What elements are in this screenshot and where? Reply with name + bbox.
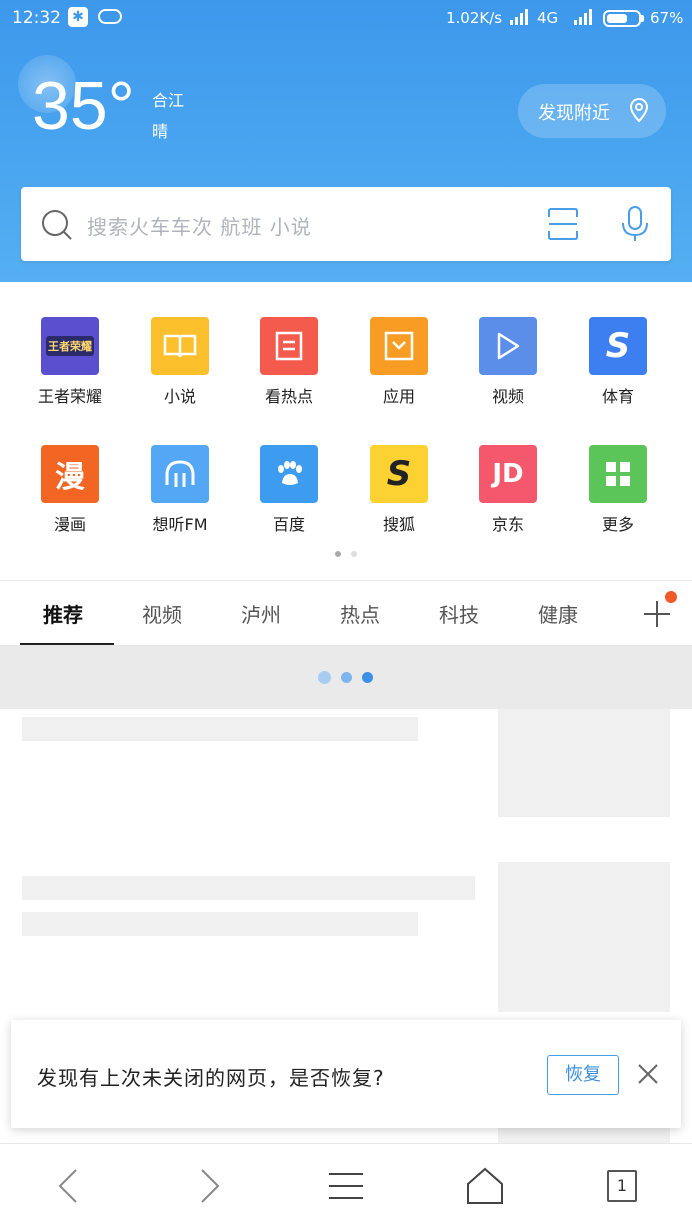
comics-icon: 漫 (41, 445, 99, 503)
scan-icon[interactable] (547, 207, 579, 241)
shortcut-fm[interactable]: 想听FM (125, 445, 235, 555)
feed-placeholder-line (22, 912, 418, 936)
restore-button[interactable]: 恢复 (547, 1055, 619, 1095)
fm-icon (151, 445, 209, 503)
category-tabs: 推荐 视频 泸州 热点 科技 健康 (0, 581, 692, 645)
city-name[interactable]: 合江 (152, 87, 184, 111)
microphone-icon[interactable] (619, 205, 651, 243)
shortcut-sports[interactable]: S 体育 (563, 317, 673, 427)
more-label: 更多 (601, 515, 634, 534)
feed-placeholder-line (22, 876, 475, 900)
tab-hot[interactable]: 热点 (340, 599, 380, 628)
feed-placeholder-line (22, 717, 418, 741)
location-pin-icon (629, 97, 649, 123)
more-icon (589, 445, 647, 503)
shortcut-comics[interactable]: 漫漫画 (15, 445, 125, 555)
feed-placeholder-image (498, 709, 670, 817)
search-box[interactable]: 搜索火车车次 航班 小说 (21, 187, 671, 261)
jd-icon: JD (479, 445, 537, 503)
novel-label: 小说 (163, 387, 196, 406)
tab-tech[interactable]: 科技 (439, 599, 479, 628)
sports-icon: S (589, 317, 647, 375)
toast-message: 发现有上次未关闭的网页，是否恢复? (37, 1066, 385, 1090)
weather-condition: 晴 (152, 122, 169, 141)
shortcut-baidu[interactable]: 百度 (234, 445, 344, 555)
fm-label: 想听FM (152, 515, 208, 534)
wangzhe-label: 王者荣耀 (37, 387, 102, 406)
jd-label: 京东 (491, 515, 524, 534)
sports-label: 体育 (601, 387, 634, 406)
shortcut-sohu[interactable]: S 搜狐 (344, 445, 454, 555)
loading-dot (318, 671, 331, 684)
feed-placeholder-image (498, 862, 670, 1012)
battery-icon (603, 10, 641, 27)
battery-tip (641, 15, 644, 22)
shortcut-jd[interactable]: JD 京东 (453, 445, 563, 555)
video-icon (479, 317, 537, 375)
temperature[interactable]: 35° (32, 72, 135, 140)
loading-indicator (0, 645, 692, 709)
tabs-button[interactable]: 1 (607, 1166, 647, 1206)
tab-luzhou[interactable]: 泸州 (241, 599, 281, 628)
sohu-label: 搜狐 (382, 515, 415, 534)
cloud-icon (98, 9, 122, 24)
close-icon[interactable] (637, 1063, 659, 1085)
battery-percent: 67% (650, 9, 684, 27)
shortcut-more[interactable]: 更多 (563, 445, 673, 555)
tab-count: 1 (607, 1170, 637, 1202)
baidu-icon (260, 445, 318, 503)
new-badge (665, 591, 677, 603)
loading-dot (341, 672, 352, 683)
discover-nearby-label: 发现附近 (538, 103, 610, 124)
network-type: 4G (537, 9, 559, 27)
tab-recommend[interactable]: 推荐 (43, 599, 83, 628)
sohu-icon: S (370, 445, 428, 503)
status-bar: 12:32 ✱ 1.02K/s 4G 67% (0, 0, 692, 36)
video-label: 视频 (491, 387, 524, 406)
wangzhe-icon: 王者荣耀 (41, 317, 99, 375)
network-speed: 1.02K/s (446, 9, 503, 27)
signal-icon-2 (572, 9, 592, 25)
pager-dot-active (335, 551, 341, 557)
back-icon[interactable] (50, 1166, 90, 1206)
apps-label: 应用 (382, 387, 415, 406)
menu-icon[interactable] (326, 1166, 366, 1206)
shortcut-wangzhe[interactable]: 王者荣耀 王者荣耀 (15, 317, 125, 427)
pager-dot (351, 551, 357, 557)
hot-news-label: 看热点 (264, 387, 313, 406)
shortcut-grid: 王者荣耀 王者荣耀 小说 看热点 应用 视频 S 体育漫漫画 想听FM 百度 S 搜狐 JD 京东 更多 (0, 282, 692, 580)
shortcut-hot-news[interactable]: 看热点 (234, 317, 344, 427)
forward-icon[interactable] (188, 1166, 228, 1206)
signal-icon (508, 9, 528, 25)
status-time: 12:32 (12, 8, 61, 28)
comics-label: 漫画 (53, 515, 86, 534)
baidu-label: 百度 (272, 515, 305, 534)
novel-icon (151, 317, 209, 375)
discover-nearby-button[interactable]: 发现附近 (518, 84, 666, 138)
bottom-navigation: 1 (0, 1143, 692, 1230)
add-channel-icon[interactable] (642, 599, 672, 629)
tab-video[interactable]: 视频 (142, 599, 182, 628)
shortcut-apps[interactable]: 应用 (344, 317, 454, 427)
header: 12:32 ✱ 1.02K/s 4G 67% 35° 合江 晴 发现附近 搜索火… (0, 0, 692, 282)
shortcut-video[interactable]: 视频 (453, 317, 563, 427)
search-icon (42, 210, 72, 240)
tab-health[interactable]: 健康 (538, 599, 578, 628)
shortcut-novel[interactable]: 小说 (125, 317, 235, 427)
apps-icon (370, 317, 428, 375)
restore-session-toast: 发现有上次未关闭的网页，是否恢复? 恢复 (11, 1020, 681, 1128)
home-icon[interactable] (465, 1166, 505, 1206)
notification-app-icon: ✱ (68, 7, 88, 27)
hot-news-icon (260, 317, 318, 375)
search-input[interactable]: 搜索火车车次 航班 小说 (87, 211, 312, 240)
loading-dot (362, 672, 373, 683)
